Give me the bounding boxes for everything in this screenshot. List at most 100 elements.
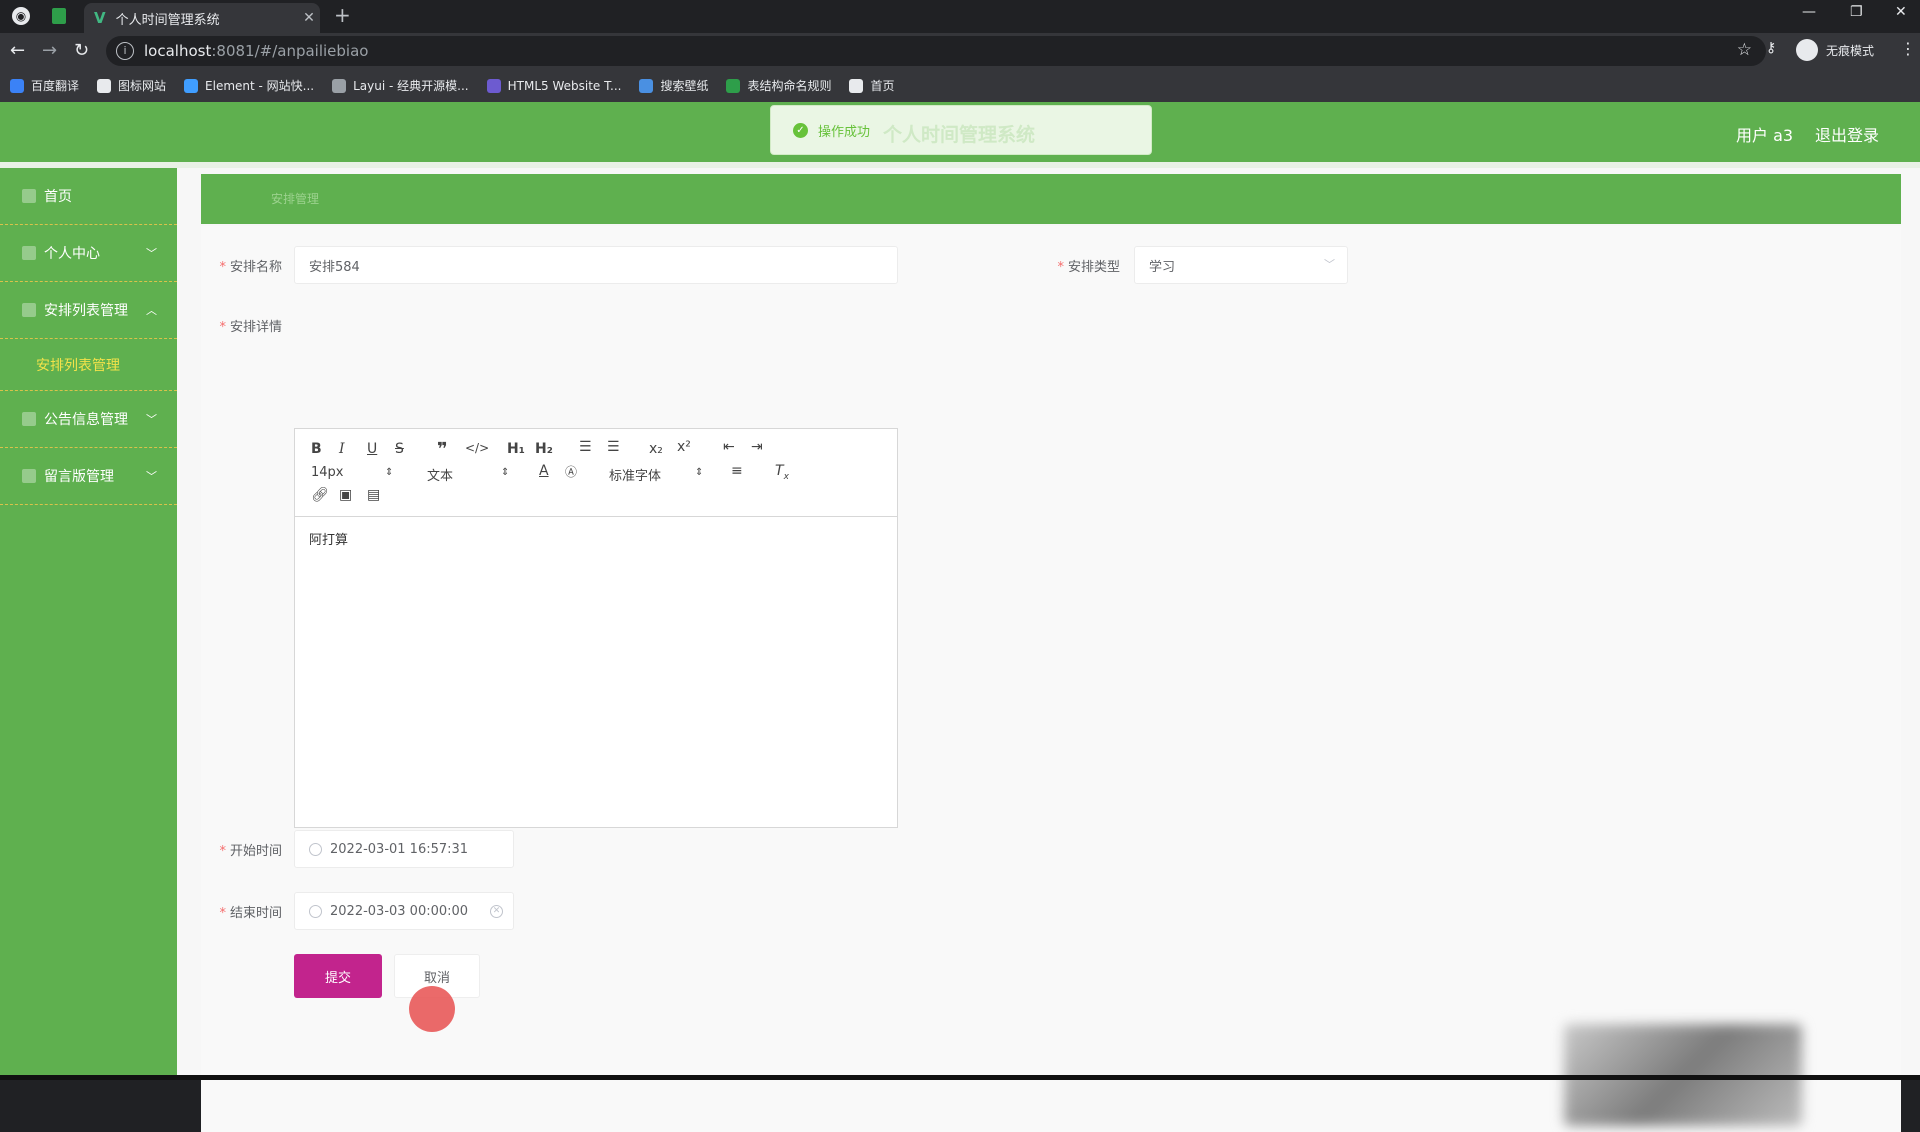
- bottom-edge: [0, 1075, 1920, 1080]
- chevron-up-icon: ︿: [146, 304, 157, 317]
- font-family-select[interactable]: 标准字体 ⇕: [609, 465, 705, 484]
- bookmark-label: 百度翻译: [31, 79, 80, 93]
- blockquote-icon[interactable]: ❞: [437, 439, 448, 460]
- sidebar-item-announcements[interactable]: 公告信息管理 ﹀: [0, 391, 177, 448]
- incognito-icon: [1796, 39, 1818, 61]
- superscript-icon[interactable]: x²: [677, 439, 691, 455]
- heading2-icon[interactable]: H₂: [535, 441, 553, 457]
- text-style-select[interactable]: 文本 ⇕: [427, 465, 511, 484]
- new-tab-icon[interactable]: +: [334, 3, 351, 27]
- clear-icon[interactable]: ✕: [490, 905, 503, 918]
- bookmark-item[interactable]: HTML5 Website T...: [486, 78, 622, 93]
- clear-format-icon[interactable]: Tx: [775, 463, 789, 482]
- ordered-list-icon[interactable]: ☰: [579, 439, 592, 455]
- clock-icon: [309, 842, 322, 856]
- bookmark-favicon-icon: [639, 78, 654, 93]
- pinned-tab-icon[interactable]: [52, 8, 66, 24]
- sidebar-item-schedule[interactable]: 安排列表管理 ︿: [0, 282, 177, 339]
- bookmark-item[interactable]: 图标网站: [97, 77, 166, 94]
- video-icon[interactable]: ▤: [367, 487, 380, 503]
- minimize-icon[interactable]: —: [1802, 4, 1816, 20]
- subscript-icon[interactable]: x₂: [649, 441, 663, 457]
- bookmark-item[interactable]: 首页: [849, 77, 895, 94]
- bookmark-favicon-icon: [486, 78, 501, 93]
- bookmark-favicon-icon: [849, 78, 864, 93]
- tab-close-icon[interactable]: ✕: [298, 10, 320, 26]
- editor-toolbar: B I U S ❞ </> H₁ H₂ ☰ ☰ x₂ x² ⇤ ⇥ 14px ⇕ …: [295, 429, 897, 517]
- name-input[interactable]: 安排584: [294, 246, 898, 284]
- underline-icon[interactable]: U: [367, 441, 377, 457]
- bullet-list-icon[interactable]: ☰: [607, 439, 620, 455]
- chevron-down-icon: ﹀: [1324, 258, 1335, 271]
- sidebar-subitem-schedule-list[interactable]: 安排列表管理: [0, 339, 177, 391]
- home-icon: [22, 189, 36, 203]
- rich-text-editor: B I U S ❞ </> H₁ H₂ ☰ ☰ x₂ x² ⇤ ⇥ 14px ⇕ …: [294, 428, 898, 828]
- sidebar-item-profile[interactable]: 个人中心 ﹀: [0, 225, 177, 282]
- bookmark-item[interactable]: Layui - 经典开源模...: [332, 77, 469, 94]
- link-icon[interactable]: 🔗︎: [311, 487, 329, 503]
- back-icon[interactable]: ←: [10, 40, 25, 61]
- bookmark-item[interactable]: 表结构命名规则: [726, 77, 831, 94]
- address-bar[interactable]: i localhost :8081/#/anpailiebiao ☆: [106, 36, 1766, 66]
- bookmark-label: 表结构命名规则: [747, 79, 832, 93]
- bookmark-item[interactable]: Element - 网站快...: [184, 77, 314, 94]
- font-color-icon[interactable]: A: [539, 463, 549, 479]
- strikethrough-icon[interactable]: S: [395, 441, 404, 457]
- chevron-down-icon: ﹀: [146, 470, 157, 483]
- editor-content[interactable]: 阿打算: [309, 529, 348, 548]
- end-time-picker[interactable]: 2022-03-03 00:00:00 ✕: [294, 892, 514, 930]
- bookmark-item[interactable]: 搜索壁纸: [639, 77, 708, 94]
- type-select-value: 学习: [1149, 259, 1176, 275]
- bookmark-star-icon[interactable]: ☆: [1737, 40, 1752, 60]
- sidebar-item-label: 安排列表管理: [44, 303, 128, 319]
- align-icon[interactable]: ≡: [731, 463, 743, 479]
- sidebar-item-label: 个人中心: [44, 246, 100, 262]
- bookmark-label: HTML5 Website T...: [507, 78, 622, 93]
- browser-tab-strip: ◉ V 个人时间管理系统 ✕ + — ❐ ✕: [0, 0, 1920, 33]
- incognito-indicator[interactable]: 无痕模式: [1796, 39, 1874, 61]
- check-circle-icon: ✓: [793, 122, 808, 138]
- tab-active[interactable]: V 个人时间管理系统 ✕: [84, 3, 320, 33]
- outdent-icon[interactable]: ⇤: [723, 439, 735, 455]
- bookmarks-bar: 百度翻译 图标网站 Element - 网站快... Layui - 经典开源模...…: [0, 69, 1920, 102]
- background-color-icon[interactable]: Ⓐ: [565, 463, 577, 480]
- bookmark-favicon-icon: [97, 78, 112, 93]
- app-header: ✓ 操作成功 个人时间管理系统 用户 a3 退出登录: [0, 102, 1920, 162]
- end-time-label: * 结束时间: [219, 906, 282, 921]
- message-icon: [22, 469, 36, 483]
- sidebar-item-messageboard[interactable]: 留言版管理 ﹀: [0, 448, 177, 505]
- sidebar-item-home[interactable]: 首页: [0, 168, 177, 225]
- web-page: ✓ 操作成功 个人时间管理系统 用户 a3 退出登录 首页 个人中心 ﹀ 安排列…: [0, 102, 1920, 1132]
- end-time-value: 2022-03-03 00:00:00: [330, 903, 469, 919]
- start-time-picker[interactable]: 2022-03-01 16:57:31: [294, 830, 514, 868]
- cursor-highlight: [409, 986, 455, 1032]
- type-select[interactable]: 学习 ﹀: [1134, 246, 1348, 284]
- name-input-value: 安排584: [309, 259, 360, 275]
- chevron-down-icon: ﹀: [146, 413, 157, 426]
- breadcrumb: 安排管理: [271, 192, 320, 206]
- password-key-icon[interactable]: ⚷: [1766, 40, 1776, 56]
- site-info-icon[interactable]: i: [116, 42, 134, 60]
- user-label: 用户 a3: [1736, 126, 1794, 145]
- clock-icon: [309, 904, 322, 918]
- restore-icon[interactable]: ❐: [1850, 4, 1863, 20]
- indent-icon[interactable]: ⇥: [751, 439, 763, 455]
- italic-icon[interactable]: I: [339, 441, 345, 457]
- bold-icon[interactable]: B: [311, 441, 322, 457]
- forward-icon[interactable]: →: [42, 40, 57, 61]
- font-size-select[interactable]: 14px ⇕: [311, 465, 395, 480]
- url-path: :8081/#/anpailiebiao: [211, 42, 369, 60]
- code-icon[interactable]: </>: [465, 441, 489, 455]
- window-close-icon[interactable]: ✕: [1895, 4, 1907, 20]
- browser-menu-icon[interactable]: ◉: [12, 7, 30, 25]
- logout-link[interactable]: 退出登录: [1815, 122, 1879, 146]
- browser-kebab-icon[interactable]: ⋮: [1900, 39, 1916, 58]
- image-icon[interactable]: ▣: [339, 487, 352, 503]
- heading1-icon[interactable]: H₁: [507, 441, 525, 457]
- chevron-down-icon: ﹀: [146, 247, 157, 260]
- reload-icon[interactable]: ↻: [74, 40, 89, 61]
- vue-favicon-icon: V: [94, 9, 106, 27]
- bookmark-item[interactable]: 百度翻译: [10, 77, 79, 94]
- submit-button[interactable]: 提交: [294, 954, 382, 998]
- user-icon: [22, 246, 36, 260]
